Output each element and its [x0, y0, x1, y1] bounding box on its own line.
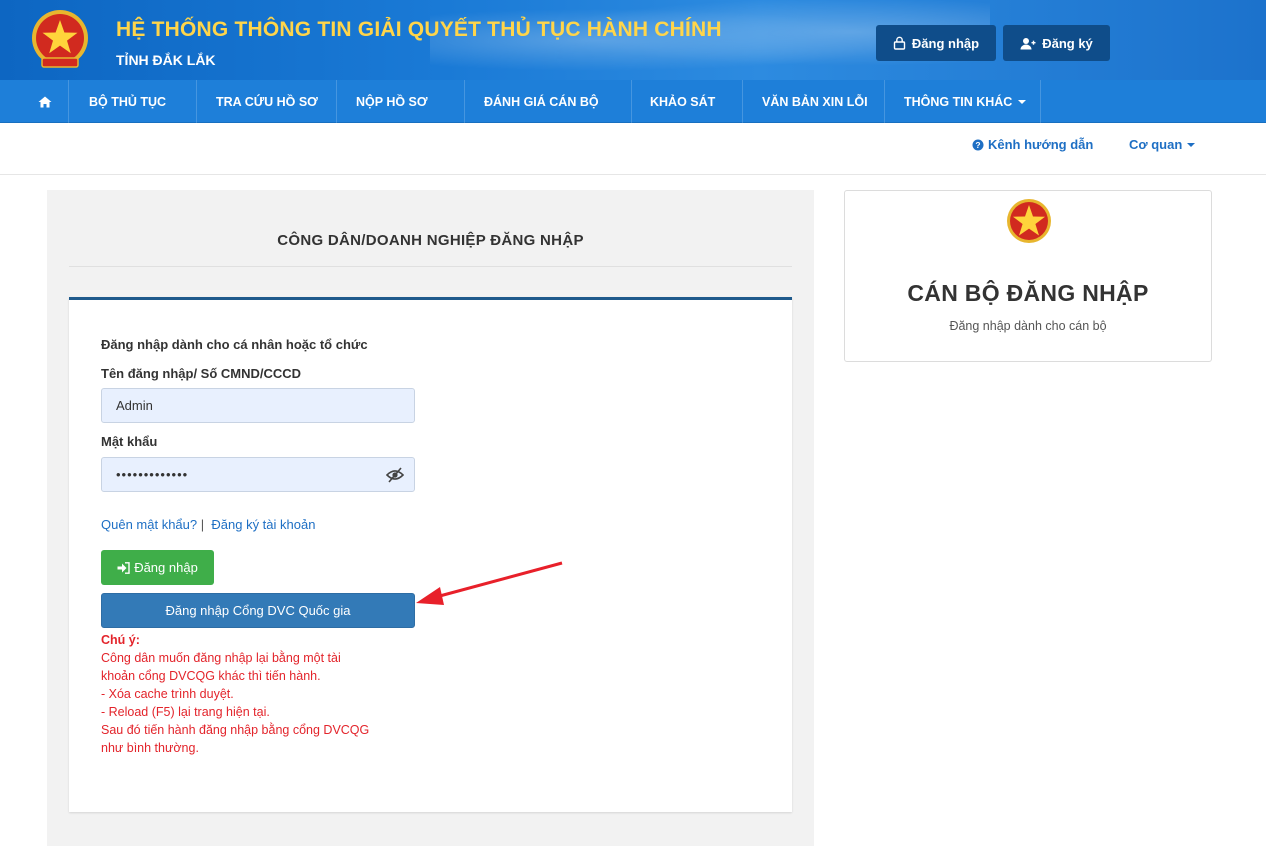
- nav-home[interactable]: [30, 80, 60, 123]
- nav-item-van-ban-xin-loi[interactable]: VĂN BẢN XIN LỖI: [762, 80, 868, 123]
- nav-item-nop-ho-so[interactable]: NỘP HỒ SƠ: [356, 80, 428, 123]
- register-account-link[interactable]: Đăng ký tài khoản: [211, 517, 315, 532]
- agency-dropdown-label: Cơ quan: [1129, 137, 1183, 152]
- question-circle-icon: ?: [972, 139, 984, 150]
- nav-divider: [196, 80, 197, 123]
- account-links: Quên mật khẩu? | Đăng ký tài khoản: [101, 517, 315, 532]
- login-button-label: Đăng nhập: [134, 560, 198, 575]
- note-line: - Reload (F5) lại trang hiện tại.: [101, 705, 270, 719]
- national-dvc-login-label: Đăng nhập Cổng DVC Quốc gia: [165, 603, 351, 618]
- nav-divider: [1040, 80, 1041, 123]
- header-register-button[interactable]: Đăng ký: [1003, 25, 1110, 61]
- site-header: HỆ THỐNG THÔNG TIN GIẢI QUYẾT THỦ TỤC HÀ…: [0, 0, 1266, 80]
- username-value: Admin: [116, 398, 153, 413]
- nav-item-khao-sat[interactable]: KHẢO SÁT: [650, 80, 715, 123]
- nav-item-thong-tin-khac-label: THÔNG TIN KHÁC: [904, 94, 1013, 109]
- nav-divider: [631, 80, 632, 123]
- nav-divider: [68, 80, 69, 123]
- forgot-password-link[interactable]: Quên mật khẩu?: [101, 517, 197, 532]
- login-intro-text: Đăng nhập dành cho cá nhân hoặc tổ chức: [101, 337, 368, 352]
- caret-down-icon: [1187, 142, 1196, 147]
- link-separator: |: [200, 517, 205, 532]
- national-emblem-icon[interactable]: [30, 8, 90, 72]
- note-line: như bình thường.: [101, 741, 199, 755]
- nav-item-tra-cuu-ho-so[interactable]: TRA CỨU HỒ SƠ: [216, 80, 318, 123]
- nav-item-thong-tin-khac[interactable]: THÔNG TIN KHÁC: [904, 80, 1027, 123]
- nav-divider: [742, 80, 743, 123]
- guide-channel-link[interactable]: ? Kênh hướng dẫn: [972, 137, 1093, 152]
- note-line: Sau đó tiến hành đăng nhập bằng cổng DVC…: [101, 723, 370, 737]
- nav-divider: [884, 80, 885, 123]
- nav-item-danh-gia-can-bo[interactable]: ĐÁNH GIÁ CÁN BỘ: [484, 80, 599, 123]
- username-label: Tên đăng nhập/ Số CMND/CCCD: [101, 366, 302, 381]
- note-title: Chú ý:: [101, 633, 140, 647]
- star-emblem-icon: [1007, 199, 1051, 243]
- sign-in-icon: [117, 561, 130, 574]
- header-login-button[interactable]: Đăng nhập: [876, 25, 996, 61]
- citizen-login-title: CÔNG DÂN/DOANH NGHIỆP ĐĂNG NHẬP: [277, 232, 584, 249]
- add-user-icon: [1020, 37, 1036, 49]
- header-register-label: Đăng ký: [1042, 35, 1093, 51]
- login-button[interactable]: Đăng nhập: [101, 550, 214, 585]
- note-line: Công dân muốn đăng nhập lại bằng một tài: [101, 651, 341, 665]
- home-icon: [38, 96, 52, 107]
- lock-icon: [893, 36, 906, 50]
- national-dvc-login-button[interactable]: Đăng nhập Cổng DVC Quốc gia: [101, 593, 415, 628]
- password-value: •••••••••••••: [116, 467, 189, 482]
- staff-login-subtitle: Đăng nhập dành cho cán bộ: [949, 319, 1107, 333]
- svg-text:?: ?: [975, 140, 980, 150]
- site-subtitle: TỈNH ĐẮK LẮK: [116, 52, 216, 68]
- site-title: HỆ THỐNG THÔNG TIN GIẢI QUYẾT THỦ TỤC HÀ…: [116, 18, 722, 41]
- username-field[interactable]: Admin: [101, 388, 415, 423]
- red-arrow-annotation-icon: [416, 561, 563, 605]
- caret-down-icon: [1018, 99, 1027, 104]
- note-block: Chú ý: Công dân muốn đăng nhập lại bằng …: [101, 631, 421, 757]
- title-divider: [69, 266, 792, 267]
- header-login-label: Đăng nhập: [911, 35, 980, 51]
- main-nav: BỘ THỦ TỤC TRA CỨU HỒ SƠ NỘP HỒ SƠ ĐÁNH …: [0, 80, 1266, 123]
- note-line: khoản cổng DVCQG khác thì tiến hành.: [101, 669, 321, 683]
- note-line: - Xóa cache trình duyệt.: [101, 687, 234, 701]
- agency-dropdown[interactable]: Cơ quan: [1129, 137, 1196, 152]
- guide-channel-label: Kênh hướng dẫn: [988, 137, 1094, 152]
- nav-item-bo-thu-tuc[interactable]: BỘ THỦ TỤC: [89, 80, 166, 123]
- nav-divider: [336, 80, 337, 123]
- staff-login-title: CÁN BỘ ĐĂNG NHẬP: [907, 280, 1149, 306]
- eye-slash-icon[interactable]: [386, 467, 404, 483]
- nav-divider: [464, 80, 465, 123]
- password-field[interactable]: •••••••••••••: [101, 457, 415, 492]
- password-label: Mật khẩu: [101, 434, 158, 449]
